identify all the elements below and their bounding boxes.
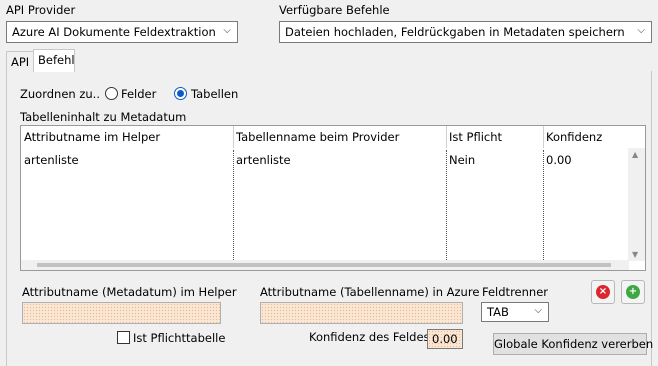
remove-button[interactable]: × xyxy=(591,280,615,304)
column-header[interactable]: Attributname im Helper xyxy=(24,130,160,144)
feldtrenner-label: Feldtrenner xyxy=(482,285,548,299)
azure-attr-input[interactable] xyxy=(260,302,463,324)
chevron-down-icon: ⌵ xyxy=(637,25,645,36)
column-guide xyxy=(543,150,544,260)
radio-tabellen[interactable] xyxy=(174,87,187,100)
global-konfidenz-label: Globale Konfidenz vererben xyxy=(494,337,654,351)
add-icon: + xyxy=(626,285,640,299)
column-guide xyxy=(446,150,447,260)
column-divider xyxy=(543,126,544,148)
column-divider xyxy=(233,126,234,148)
konfidenz-label: Konfidenz des Feldes: xyxy=(309,330,434,344)
table-cell: artenliste xyxy=(236,153,291,167)
feldtrenner-select[interactable]: TAB ⌵ xyxy=(481,302,549,322)
column-header[interactable]: Ist Pflicht xyxy=(449,130,502,144)
konfidenz-input[interactable]: 0.00 xyxy=(427,329,463,349)
feldtrenner-value: TAB xyxy=(487,305,509,319)
radio-felder[interactable] xyxy=(105,87,118,100)
remove-icon: × xyxy=(596,285,610,299)
table-section-label: Tabelleninhalt zu Metadatum xyxy=(20,110,187,124)
tab-befehl-label: Befehl xyxy=(38,53,75,67)
scroll-thumb[interactable] xyxy=(37,263,611,267)
add-button[interactable]: + xyxy=(621,280,645,304)
column-header[interactable]: Konfidenz xyxy=(546,130,602,144)
table-cell: 0.00 xyxy=(546,153,572,167)
table-cell: artenliste xyxy=(24,153,79,167)
scroll-down-icon[interactable]: ▼ xyxy=(632,250,638,259)
pflicht-label: Ist Pflichttabelle xyxy=(133,331,226,345)
zuordnen-label: Zuordnen zu.. xyxy=(20,87,100,101)
chevron-down-icon: ⌵ xyxy=(534,305,542,316)
chevron-down-icon: ⌵ xyxy=(223,25,231,36)
tab-befehl[interactable]: Befehl xyxy=(33,49,75,72)
api-provider-value: Azure AI Dokumente Feldextraktion xyxy=(12,25,216,39)
befehle-value: Dateien hochladen, Feldrückgaben in Meta… xyxy=(285,25,625,39)
global-konfidenz-button[interactable]: Globale Konfidenz vererben xyxy=(493,333,653,355)
tab-api-label: API xyxy=(11,55,30,69)
api-provider-select[interactable]: Azure AI Dokumente Feldextraktion ⌵ xyxy=(6,21,238,43)
scroll-up-icon[interactable]: ▲ xyxy=(632,150,638,159)
api-provider-label: API Provider xyxy=(6,3,76,17)
radio-felder-label: Felder xyxy=(121,87,157,101)
mapping-table[interactable]: Attributname im Helper Tabellenname beim… xyxy=(20,125,646,271)
column-divider xyxy=(446,126,447,148)
helper-attr-label: Attributname (Metadatum) im Helper xyxy=(22,285,237,299)
pflicht-checkbox[interactable] xyxy=(117,331,130,344)
befehle-select[interactable]: Dateien hochladen, Feldrückgaben in Meta… xyxy=(279,21,652,43)
column-guide xyxy=(233,150,234,260)
konfidenz-value: 0.00 xyxy=(432,332,458,346)
vertical-scrollbar[interactable]: ▲ ▼ xyxy=(628,148,645,261)
radio-tabellen-label: Tabellen xyxy=(191,87,239,101)
azure-attr-label: Attributname (Tabellenname) in Azure xyxy=(260,285,480,299)
helper-attr-input[interactable] xyxy=(22,302,221,324)
table-cell: Nein xyxy=(449,153,476,167)
horizontal-scrollbar[interactable] xyxy=(21,260,629,270)
tab-api[interactable]: API xyxy=(6,51,34,72)
befehle-label: Verfügbare Befehle xyxy=(279,3,390,17)
column-header[interactable]: Tabellenname beim Provider xyxy=(236,130,399,144)
